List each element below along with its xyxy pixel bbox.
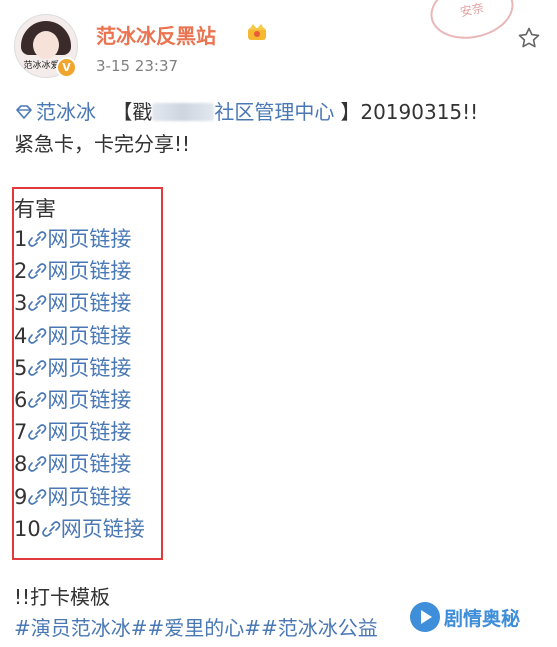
- item-number: 5: [14, 355, 28, 380]
- bracket-open: 【戳: [112, 100, 153, 124]
- web-link[interactable]: 网页链接: [61, 517, 145, 541]
- item-number: 7: [14, 420, 28, 445]
- chain-link-icon: [28, 263, 47, 280]
- post-line-1: 范冰冰 【戳 社区管理中心 】20190315!!: [14, 96, 478, 125]
- web-link[interactable]: 网页链接: [47, 452, 131, 476]
- web-link[interactable]: 网页链接: [47, 227, 131, 251]
- item-number: 3: [14, 291, 28, 316]
- link-list-item[interactable]: 1 网页链接: [14, 223, 131, 253]
- star-outline-icon[interactable]: [517, 26, 541, 50]
- redacted-text: [152, 103, 215, 121]
- verified-badge-icon: V: [56, 57, 77, 78]
- web-link[interactable]: 网页链接: [47, 420, 131, 444]
- avatar-face: [33, 31, 59, 59]
- link-list-item[interactable]: 9 网页链接: [14, 481, 131, 511]
- crown-icon: [248, 24, 266, 40]
- harm-title: 有害: [14, 197, 56, 221]
- chain-link-icon: [28, 456, 47, 473]
- post-timestamp: 3-15 23:37: [96, 57, 179, 75]
- link-list-item[interactable]: 2 网页链接: [14, 255, 131, 285]
- link-list-item[interactable]: 3 网页链接: [14, 287, 131, 317]
- item-number: 4: [14, 323, 28, 348]
- web-link[interactable]: 网页链接: [47, 291, 131, 315]
- chain-link-icon: [41, 520, 61, 537]
- diamond-mention-icon: [16, 105, 32, 119]
- web-link[interactable]: 网页链接: [47, 388, 131, 412]
- link-list-item[interactable]: 6 网页链接: [14, 384, 131, 414]
- chain-link-icon: [28, 295, 47, 312]
- chain-link-icon: [28, 327, 47, 344]
- item-number: 1: [14, 227, 28, 251]
- web-link[interactable]: 网页链接: [47, 485, 131, 509]
- watermark-logo-icon: [410, 602, 440, 632]
- link-list-item[interactable]: 5 网页链接: [14, 352, 131, 382]
- item-number: 2: [14, 259, 28, 284]
- template-label: !!打卡模板: [14, 585, 111, 609]
- post-header: 范冰冰爱好 V 范冰冰反黑站 3-15 23:37 安奈: [0, 0, 557, 90]
- watermark: 剧情奥秘: [408, 598, 548, 636]
- web-link[interactable]: 网页链接: [47, 324, 131, 348]
- username[interactable]: 范冰冰反黑站: [96, 20, 216, 49]
- chain-link-icon: [28, 392, 47, 408]
- mention-link[interactable]: 范冰冰: [36, 100, 96, 124]
- chain-link-icon: [28, 359, 47, 376]
- item-number: 8: [14, 452, 28, 477]
- post-line-2: 紧急卡，卡完分享!!: [14, 132, 191, 156]
- link-list-item[interactable]: 4 网页链接: [14, 320, 131, 350]
- web-link[interactable]: 网页链接: [47, 356, 131, 380]
- web-link[interactable]: 网页链接: [47, 259, 131, 283]
- watermark-text: 剧情奥秘: [444, 608, 521, 630]
- item-number: 6: [14, 388, 28, 412]
- chain-link-icon: [28, 488, 47, 505]
- item-number: 9: [14, 484, 28, 509]
- link-list-item[interactable]: 10 网页链接: [14, 513, 145, 543]
- bracket-close: 】20190315!!: [340, 100, 479, 124]
- link-list-item[interactable]: 8 网页链接: [14, 448, 131, 478]
- item-number: 10: [14, 516, 41, 541]
- chain-link-icon: [28, 231, 47, 247]
- hashtag-links[interactable]: #演员范冰冰##爱里的心##范冰冰公益: [14, 612, 378, 641]
- link-list-item[interactable]: 7 网页链接: [14, 416, 131, 446]
- stamp-watermark: 安奈: [425, 0, 519, 47]
- chain-link-icon: [28, 424, 47, 441]
- community-link[interactable]: 社区管理中心: [214, 100, 334, 124]
